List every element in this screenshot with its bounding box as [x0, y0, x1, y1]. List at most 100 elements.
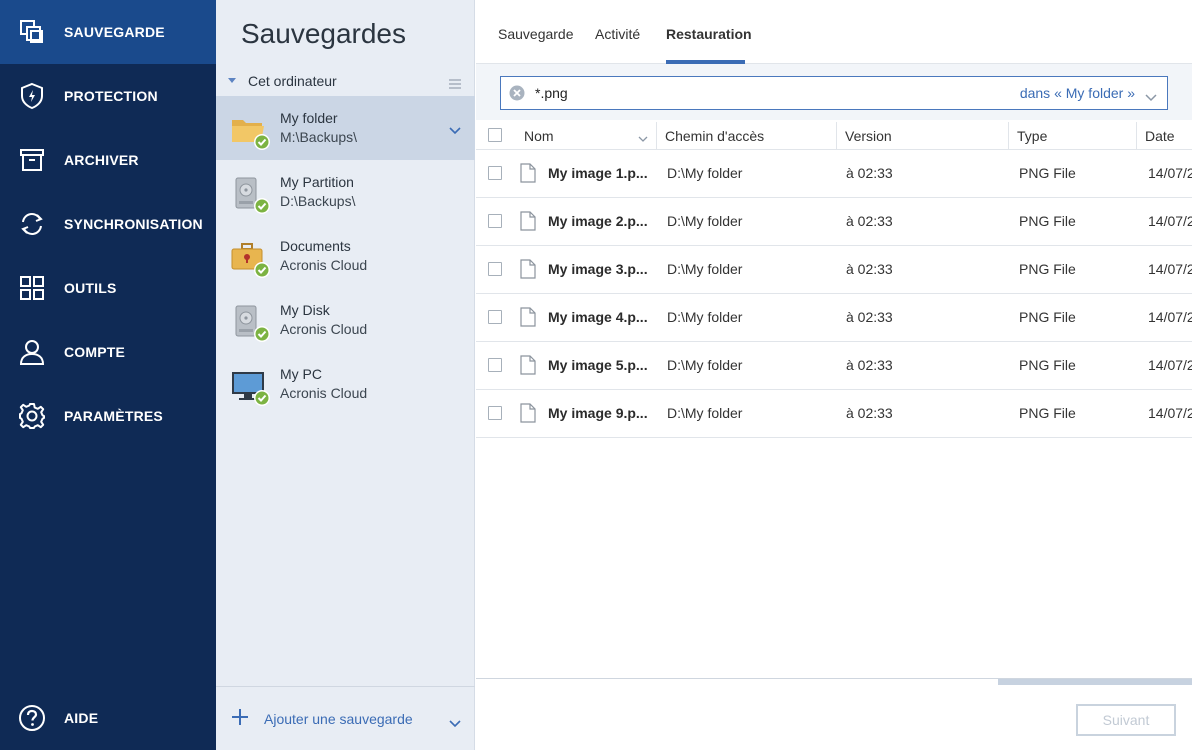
row-checkbox[interactable]	[488, 166, 502, 180]
file-type: PNG File	[1019, 357, 1076, 373]
backup-copy-icon	[18, 18, 46, 46]
disk-icon	[230, 302, 272, 344]
backup-location: Acronis Cloud	[280, 321, 368, 337]
row-checkbox[interactable]	[488, 358, 502, 372]
add-backup-button[interactable]: Ajouter une sauvegarde	[216, 686, 475, 750]
file-version[interactable]: à 02:33	[846, 405, 893, 421]
column-header-date[interactable]: Date	[1145, 128, 1175, 144]
file-date: 14/07/2	[1148, 309, 1192, 325]
sort-chevron-icon[interactable]	[638, 130, 648, 148]
table-header: Nom Chemin d'accès Version Type Date	[476, 122, 1192, 150]
sync-icon	[18, 210, 46, 238]
footer-bar: Suivant	[476, 686, 1192, 750]
column-header-nom[interactable]: Nom	[524, 128, 554, 144]
shield-icon	[18, 82, 46, 110]
nav-item-archiver[interactable]: ARCHIVER	[0, 128, 216, 192]
table-row[interactable]: My image 2.p... D:\My folder à 02:33 PNG…	[476, 198, 1192, 246]
column-divider[interactable]	[1136, 122, 1137, 150]
file-type: PNG File	[1019, 165, 1076, 181]
user-icon	[18, 338, 46, 366]
column-header-chemin[interactable]: Chemin d'accès	[665, 128, 764, 144]
tab-activite[interactable]: Activité	[595, 26, 640, 42]
search-area: *.png dans « My folder »	[476, 64, 1192, 120]
file-path: D:\My folder	[667, 165, 743, 181]
backup-name: My folder	[280, 110, 338, 126]
row-checkbox[interactable]	[488, 214, 502, 228]
backup-item-my-pc[interactable]: My PC Acronis Cloud	[216, 352, 475, 416]
file-date: 14/07/2	[1148, 213, 1192, 229]
nav-item-outils[interactable]: OUTILS	[0, 256, 216, 320]
backup-location: Acronis Cloud	[280, 385, 368, 401]
monitor-icon	[230, 366, 272, 408]
file-name: My image 1.p...	[548, 165, 648, 181]
backup-name: Documents	[280, 238, 351, 254]
row-checkbox[interactable]	[488, 310, 502, 324]
backup-item-my-disk[interactable]: My Disk Acronis Cloud	[216, 288, 475, 352]
chevron-down-icon[interactable]	[449, 122, 461, 135]
backup-item-my-folder[interactable]: My folder M:\Backups\	[216, 96, 475, 160]
nav-label: ARCHIVER	[64, 152, 139, 168]
select-all-checkbox[interactable]	[488, 128, 502, 142]
tab-sauvegarde[interactable]: Sauvegarde	[498, 26, 574, 42]
tab-bar: Sauvegarde Activité Restauration	[476, 0, 1192, 64]
next-button[interactable]: Suivant	[1076, 704, 1176, 736]
file-date: 14/07/2	[1148, 357, 1192, 373]
table-row[interactable]: My image 5.p... D:\My folder à 02:33 PNG…	[476, 342, 1192, 390]
add-backup-label: Ajouter une sauvegarde	[264, 711, 413, 727]
backup-item-my-partition[interactable]: My Partition D:\Backups\	[216, 160, 475, 224]
nav-item-sauvegarde[interactable]: SAUVEGARDE	[0, 0, 216, 64]
row-checkbox[interactable]	[488, 262, 502, 276]
file-path: D:\My folder	[667, 309, 743, 325]
table-row[interactable]: My image 1.p... D:\My folder à 02:33 PNG…	[476, 150, 1192, 198]
list-menu-icon[interactable]	[449, 76, 461, 89]
file-name: My image 9.p...	[548, 405, 648, 421]
file-path: D:\My folder	[667, 213, 743, 229]
file-name: My image 4.p...	[548, 309, 648, 325]
column-divider[interactable]	[836, 122, 837, 150]
file-version[interactable]: à 02:33	[846, 213, 893, 229]
column-header-version[interactable]: Version	[845, 128, 892, 144]
horizontal-scrollbar[interactable]	[476, 678, 1192, 686]
nav-item-synchronisation[interactable]: SYNCHRONISATION	[0, 192, 216, 256]
chevron-down-icon[interactable]	[1145, 89, 1157, 102]
nav-item-parametres[interactable]: PARAMÈTRES	[0, 384, 216, 448]
file-path: D:\My folder	[667, 357, 743, 373]
file-type: PNG File	[1019, 309, 1076, 325]
table-row[interactable]: My image 9.p... D:\My folder à 02:33 PNG…	[476, 390, 1192, 438]
file-icon	[520, 403, 536, 423]
panel-title: Sauvegardes	[241, 18, 407, 49]
row-checkbox[interactable]	[488, 406, 502, 420]
table-row[interactable]: My image 4.p... D:\My folder à 02:33 PNG…	[476, 294, 1192, 342]
file-name: My image 5.p...	[548, 357, 648, 373]
backup-item-documents[interactable]: Documents Acronis Cloud	[216, 224, 475, 288]
search-input[interactable]: *.png dans « My folder »	[500, 76, 1168, 110]
column-divider[interactable]	[656, 122, 657, 150]
file-type: PNG File	[1019, 261, 1076, 277]
tab-restauration[interactable]: Restauration	[666, 26, 752, 42]
backup-name: My PC	[280, 366, 322, 382]
nav-item-compte[interactable]: COMPTE	[0, 320, 216, 384]
nav-label: PROTECTION	[64, 88, 158, 104]
backup-location: M:\Backups\	[280, 129, 358, 145]
file-version[interactable]: à 02:33	[846, 261, 893, 277]
file-icon	[520, 259, 536, 279]
column-divider[interactable]	[1008, 122, 1009, 150]
plus-icon	[232, 709, 248, 725]
search-scope[interactable]: dans « My folder »	[1020, 85, 1135, 101]
file-version[interactable]: à 02:33	[846, 309, 893, 325]
main-nav: SAUVEGARDE PROTECTION ARCHIVER SYNCHRONI…	[0, 0, 216, 750]
file-name: My image 3.p...	[548, 261, 648, 277]
chevron-down-icon[interactable]	[449, 715, 461, 728]
file-version[interactable]: à 02:33	[846, 165, 893, 181]
file-version[interactable]: à 02:33	[846, 357, 893, 373]
nav-item-protection[interactable]: PROTECTION	[0, 64, 216, 128]
column-header-type[interactable]: Type	[1017, 128, 1047, 144]
clear-search-icon[interactable]	[509, 85, 525, 101]
scrollbar-thumb[interactable]	[998, 679, 1192, 685]
briefcase-icon	[230, 238, 272, 280]
table-row[interactable]: My image 3.p... D:\My folder à 02:33 PNG…	[476, 246, 1192, 294]
help-icon	[18, 704, 46, 732]
backup-name: My Disk	[280, 302, 330, 318]
nav-item-aide[interactable]: AIDE	[0, 686, 216, 750]
group-header[interactable]: Cet ordinateur	[216, 66, 475, 96]
